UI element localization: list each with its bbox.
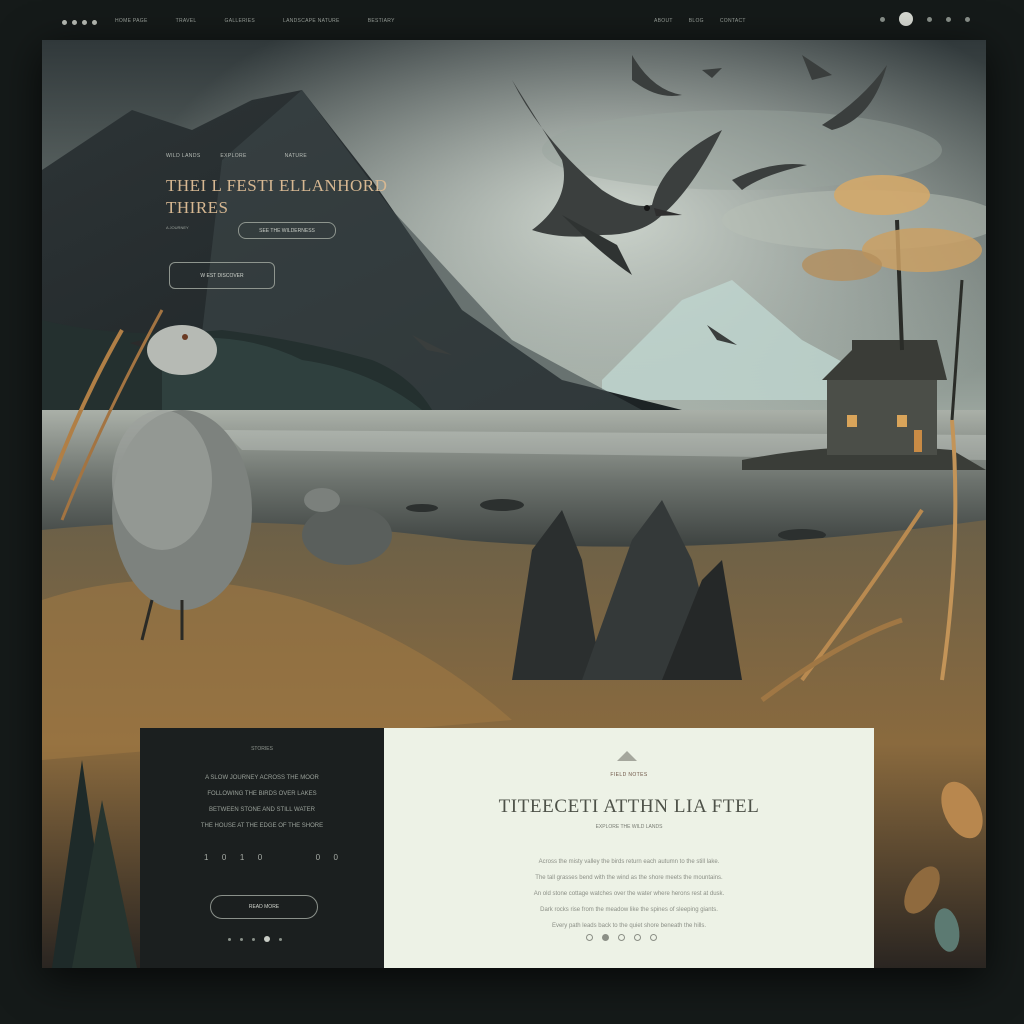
stories-card: STORIES A SLOW JOURNEY ACROSS THE MOOR F… xyxy=(140,728,384,968)
article-subtitle: EXPLORE THE WILD LANDS xyxy=(595,824,663,830)
article-eyebrow: FIELD NOTES xyxy=(610,772,648,778)
pagination-dot-active[interactable] xyxy=(602,934,609,941)
article-title: TITEECETI ATTHN LIA FTEL xyxy=(498,796,760,817)
eyebrow-left: WILD LANDS xyxy=(166,153,201,159)
pagination-dot[interactable] xyxy=(634,934,641,941)
explore-pill-button[interactable]: SEE THE WILDERNESS xyxy=(238,222,336,239)
hero-text: WILD LANDS EXPLORE NATURE THEI L FESTI E… xyxy=(166,153,387,230)
brand-logo[interactable] xyxy=(62,20,97,25)
article-line: An old stone cottage watches over the wa… xyxy=(533,891,725,897)
discover-button[interactable]: W EST DISCOVER xyxy=(169,262,275,289)
stories-line: BETWEEN STONE AND STILL WATER xyxy=(208,807,316,813)
globe-icon[interactable] xyxy=(946,16,951,22)
main-nav: HOME PAGE TRAVEL GALLERIES LANDSCAPE NAT… xyxy=(115,18,423,24)
nav-link-landscape[interactable]: LANDSCAPE NATURE xyxy=(283,18,340,24)
hero-title-line1: THEI L FESTI ELLANHORD xyxy=(166,176,388,195)
pagination-dot[interactable] xyxy=(228,937,231,941)
nav-link-galleries[interactable]: GALLERIES xyxy=(225,18,256,24)
hero-frame: WILD LANDS EXPLORE NATURE THEI L FESTI E… xyxy=(42,40,986,968)
stories-stats: 1 0 1 0 0 0 xyxy=(204,853,338,862)
stat-value: 1 xyxy=(204,853,209,862)
logo-dot xyxy=(72,20,77,25)
nav-link-contact[interactable]: CONTACT xyxy=(720,18,746,24)
stories-text: A SLOW JOURNEY ACROSS THE MOOR FOLLOWING… xyxy=(176,770,348,834)
article-line: Every path leads back to the quiet shore… xyxy=(551,923,707,929)
article-body: Across the misty valley the birds return… xyxy=(464,854,794,934)
stat-value: 0 xyxy=(333,853,338,862)
pagination-dot[interactable] xyxy=(279,937,282,941)
top-bar: HOME PAGE TRAVEL GALLERIES LANDSCAPE NAT… xyxy=(0,0,1024,40)
pagination-dot[interactable] xyxy=(650,934,657,941)
hero-eyebrow: WILD LANDS EXPLORE NATURE xyxy=(166,153,387,159)
menu-icon[interactable] xyxy=(880,16,885,22)
hero-title: THEI L FESTI ELLANHORD THIRES xyxy=(166,175,387,219)
stat-value: 0 xyxy=(221,853,227,862)
article-line: Across the misty valley the birds return… xyxy=(538,859,720,865)
eyebrow-right: NATURE xyxy=(284,153,308,159)
stories-line: THE HOUSE AT THE EDGE OF THE SHORE xyxy=(200,823,324,829)
article-pagination xyxy=(586,934,657,941)
article-line: Dark rocks rise from the meadow like the… xyxy=(540,907,718,913)
stat-value: 0 xyxy=(257,853,263,862)
account-area xyxy=(880,12,970,26)
article-line: The tall grasses bend with the wind as t… xyxy=(535,875,723,881)
stat-value: 0 xyxy=(315,853,321,862)
stories-line: FOLLOWING THE BIRDS OVER LAKES xyxy=(207,791,317,797)
logo-dot xyxy=(62,20,67,25)
eyebrow-center: EXPLORE xyxy=(220,153,247,159)
stat-value: 1 xyxy=(239,853,245,862)
nav-link-home[interactable]: HOME PAGE xyxy=(115,18,148,24)
pagination-dot[interactable] xyxy=(586,934,593,941)
pagination-dot-active[interactable] xyxy=(264,936,270,942)
logo-dot xyxy=(82,20,87,25)
nav-link-blog[interactable]: BLOG xyxy=(689,18,704,24)
pagination-dot[interactable] xyxy=(252,937,255,941)
pagination-dot[interactable] xyxy=(240,937,243,941)
stories-pagination xyxy=(228,936,282,942)
stories-line: A SLOW JOURNEY ACROSS THE MOOR xyxy=(205,775,319,781)
nav-link-travel[interactable]: TRAVEL xyxy=(176,18,197,24)
user-icon[interactable] xyxy=(965,16,970,22)
pagination-dot[interactable] xyxy=(618,934,625,941)
article-card: FIELD NOTES TITEECETI ATTHN LIA FTEL EXP… xyxy=(384,728,874,968)
mountain-icon xyxy=(617,751,637,761)
hero-title-line2: THIRES xyxy=(166,198,229,217)
stories-label: STORIES xyxy=(251,746,273,752)
read-more-button[interactable]: READ MORE xyxy=(210,895,318,919)
nav-link-about[interactable]: ABOUT xyxy=(654,18,673,24)
secondary-nav: ABOUT BLOG CONTACT xyxy=(654,18,774,24)
avatar[interactable] xyxy=(899,12,913,26)
search-icon[interactable] xyxy=(927,16,932,22)
nav-link-bestiary[interactable]: BESTIARY xyxy=(368,18,395,24)
logo-dot xyxy=(92,20,97,25)
